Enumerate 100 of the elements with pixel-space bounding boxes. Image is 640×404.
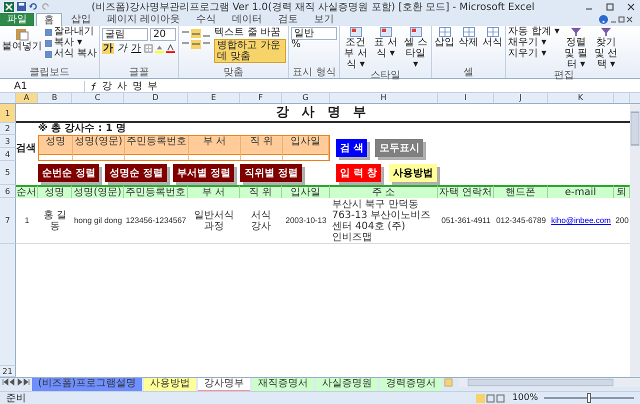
column-header[interactable]: J <box>494 93 548 103</box>
row-header[interactable]: 5 <box>0 161 16 185</box>
sheet-tab[interactable]: 재직증명서 <box>252 378 314 392</box>
command-label: 복사 ▾ <box>54 38 82 48</box>
sort-button[interactable]: 순번순 정렬 <box>38 164 100 182</box>
search-header: 성명 <box>39 136 73 154</box>
column-title: 성명(영문) <box>72 185 124 198</box>
editing-button[interactable]: 찾기 및 선택 ▾ <box>592 27 620 70</box>
column-header[interactable]: E <box>188 93 240 103</box>
row-header[interactable]: 2 <box>0 123 16 135</box>
search-header: 직 위 <box>241 136 283 154</box>
close-icon[interactable] <box>626 2 636 12</box>
cell-command-button[interactable]: 삽입 <box>434 27 456 48</box>
clipboard-command[interactable]: 잘라내기 <box>45 27 98 37</box>
number-format-field[interactable]: 일반 <box>291 27 338 40</box>
sheet-tab[interactable]: 사용방법 <box>144 378 196 392</box>
ribbon-tab[interactable]: 검토 <box>271 13 306 26</box>
font-name-field[interactable]: 굴림 <box>102 28 148 40</box>
font-size-field[interactable]: 20 <box>150 28 176 40</box>
help-icon[interactable] <box>599 15 608 24</box>
search-header: 부 서 <box>189 136 241 154</box>
search-header: 입사일 <box>283 136 329 154</box>
sheet-button[interactable]: 검 색 <box>336 139 368 157</box>
font-color-icon[interactable] <box>166 44 176 52</box>
cell-command-button[interactable]: 서식 <box>482 27 504 48</box>
row-header[interactable]: 4 <box>0 148 16 161</box>
column-header[interactable]: C <box>72 93 124 103</box>
clipboard-command[interactable]: 서식 복사 <box>45 49 98 59</box>
file-tab[interactable]: 파일 <box>0 13 34 26</box>
sheet-button[interactable]: 모두표시 <box>375 139 424 157</box>
row-header[interactable]: 3 <box>0 135 16 148</box>
small-square-icon <box>45 28 52 36</box>
ribbon-tab[interactable]: 데이터 <box>225 13 270 26</box>
row-header[interactable]: 7 <box>0 198 16 244</box>
ribbon-tab[interactable]: 홈 <box>36 12 62 26</box>
wrap-text-button[interactable]: 텍스트 줄 바꿈 <box>214 27 286 38</box>
column-header[interactable]: H <box>330 93 438 103</box>
editing-command[interactable]: 자동 합계 ▾ <box>508 27 560 37</box>
zoom-level: 100% <box>512 393 538 403</box>
border-icon[interactable] <box>144 44 154 52</box>
paste-button[interactable]: 붙여넣기 <box>2 27 42 52</box>
search-label: 검색 <box>16 142 37 156</box>
style-button[interactable]: 셀 스타일 ▾ <box>402 27 430 70</box>
ribbon-tab[interactable]: 수식 <box>189 13 224 26</box>
grid-icon <box>486 27 499 37</box>
column-header[interactable]: G <box>282 93 330 103</box>
column-header[interactable]: I <box>438 93 494 103</box>
sheet-tab[interactable]: 사실증명원 <box>316 378 378 392</box>
font-style-button[interactable]: 가 <box>102 42 114 54</box>
style-button[interactable]: 표 서식 ▾ <box>372 27 400 59</box>
undo-icon[interactable] <box>29 2 38 11</box>
row-header[interactable]: 6 <box>0 185 16 198</box>
sheet-tab[interactable]: 경력증명서 <box>380 378 442 392</box>
column-header[interactable]: A <box>16 93 38 103</box>
sheet-tab[interactable]: 강사명부 <box>198 378 250 392</box>
sort-button[interactable]: 부서별 정렬 <box>172 164 234 182</box>
cell-command-button[interactable]: 삭제 <box>458 27 480 48</box>
function-icon[interactable] <box>89 82 98 90</box>
font-style-button[interactable]: 가 <box>130 42 142 54</box>
column-header[interactable]: B <box>38 93 72 103</box>
vertical-scrollbar[interactable] <box>630 104 640 377</box>
status-text: 준비 <box>6 392 26 404</box>
row-header[interactable]: 1 <box>0 104 16 123</box>
sheet-nav-icon[interactable] <box>2 378 30 386</box>
fill-color-icon[interactable] <box>155 44 164 52</box>
sort-button[interactable]: 성명순 정렬 <box>105 164 167 182</box>
command-label: 잘라내기 <box>54 27 94 37</box>
email-link[interactable]: kiho@inbee.com <box>551 215 611 226</box>
column-title: 입사일 <box>282 185 330 198</box>
ribbon-tab[interactable]: 보기 <box>307 13 342 26</box>
zoom-slider[interactable] <box>587 393 591 403</box>
sheet-tab[interactable]: (비즈폼)프로그램설명 <box>32 378 142 392</box>
row-header[interactable]: 21 <box>0 366 16 377</box>
column-header[interactable]: D <box>124 93 188 103</box>
sheet-button[interactable]: 입 력 창 <box>336 164 381 182</box>
sort-button[interactable]: 직위별 정렬 <box>240 164 302 182</box>
maximize-icon[interactable] <box>605 2 615 12</box>
editing-button[interactable]: 정렬 및 필터 ▾ <box>562 27 590 70</box>
font-style-button[interactable]: 가 <box>116 42 128 54</box>
table-cell: 200 <box>615 215 629 226</box>
formula-field[interactable]: 강 사 명 부 <box>102 79 640 93</box>
window-buttons-icon[interactable] <box>610 16 634 24</box>
group-label: 표시 형식 <box>292 67 337 78</box>
clipboard-command[interactable]: 복사 ▾ <box>45 38 98 48</box>
column-title: 직 위 <box>240 185 282 198</box>
style-button[interactable]: 조건부 서식 ▾ <box>342 27 370 70</box>
ribbon-tab[interactable]: 삽입 <box>64 13 98 26</box>
align-icon[interactable] <box>181 29 212 49</box>
save-icon[interactable] <box>17 2 26 11</box>
column-header[interactable]: F <box>240 93 282 103</box>
editing-command[interactable]: 지우기 ▾ <box>508 49 560 59</box>
percent-button[interactable]: % <box>291 40 301 50</box>
horizontal-scrollbar[interactable] <box>458 378 640 387</box>
column-header[interactable]: K <box>548 93 614 103</box>
ribbon-tab[interactable]: 페이지 레이아웃 <box>100 13 188 26</box>
merge-center-button[interactable]: 병합하고 가운데 맞춤 <box>214 39 286 63</box>
view-buttons-icon[interactable] <box>476 394 506 402</box>
editing-command[interactable]: 채우기 ▾ <box>508 38 560 48</box>
name-box[interactable]: A1 <box>0 80 85 92</box>
sheet-button[interactable]: 사용방법 <box>388 164 437 182</box>
